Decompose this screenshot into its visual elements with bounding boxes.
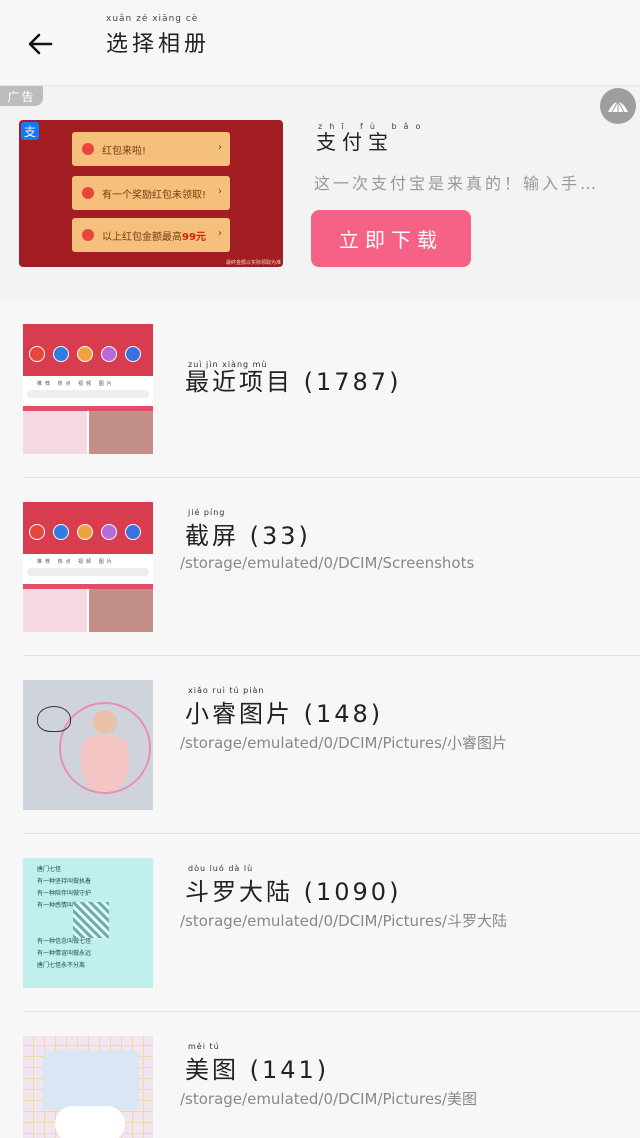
ad-banner[interactable]: 广告 支 红包来啦! › 有一个奖励红包未领取! › 以上红包金额最高 99元 ›… xyxy=(0,86,640,300)
album-list: 推荐 热点 视频 图片 zuì jìn xiàng mù 最近项目 (1787)… xyxy=(0,300,640,1138)
album-title: 斗罗大陆 (1090) xyxy=(185,878,402,906)
ad-image-footer: 最终金额以实际领取为准 xyxy=(225,260,281,266)
screenshot-thumbnail: 推荐 热点 视频 图片 xyxy=(23,502,153,632)
girl-photo-thumbnail xyxy=(23,680,153,810)
screenshot-thumbnail: 推荐 热点 视频 图片 xyxy=(23,324,153,454)
ad-description: 这一次支付宝是来真的！输入手… xyxy=(314,174,600,193)
ad-image[interactable]: 支 红包来啦! › 有一个奖励红包未领取! › 以上红包金额最高 99元 › 最终… xyxy=(19,120,283,267)
album-title: 小睿图片 (148) xyxy=(185,700,384,728)
ad-image-row-text: 有一个奖励红包未领取! xyxy=(102,189,207,201)
red-envelope-icon xyxy=(82,187,94,199)
shell-icon xyxy=(608,100,628,113)
album-item[interactable]: 推荐 热点 视频 图片 zuì jìn xiàng mù 最近项目 (1787) xyxy=(0,300,640,478)
chevron-right-icon: › xyxy=(218,228,222,239)
chevron-right-icon: › xyxy=(218,186,222,197)
album-item[interactable]: 推荐 热点 视频 图片 jié píng 截屏 (33) /storage/em… xyxy=(0,478,640,656)
album-path: /storage/emulated/0/DCIM/Screenshots xyxy=(180,554,475,572)
ad-app-name: 支付宝 xyxy=(316,130,394,154)
ad-image-row: 红包来啦! › xyxy=(72,132,230,166)
album-item[interactable]: xiǎo ruì tú piàn 小睿图片 (148) /storage/emu… xyxy=(0,656,640,834)
download-button[interactable]: 立即下载 xyxy=(311,210,471,267)
album-item[interactable]: 唐门七怪 有一种坚持叫做执着 有一种陪伴叫做守护 有一种感情叫做兄弟 有一种信念叫做七怪… xyxy=(0,834,640,1012)
album-title: 美图 (141) xyxy=(185,1056,330,1084)
ad-image-row-text: 红包来啦! xyxy=(102,145,147,157)
ad-tag: 广告 xyxy=(0,86,43,106)
page-title: 选择相册 xyxy=(106,32,211,57)
album-title: 截屏 (33) xyxy=(185,522,311,550)
back-arrow-icon xyxy=(28,33,53,55)
ad-image-row: 有一个奖励红包未领取! › xyxy=(72,176,230,210)
text-image-thumbnail: 唐门七怪 有一种坚持叫做执着 有一种陪伴叫做守护 有一种感情叫做兄弟 有一种信念叫做七怪… xyxy=(23,858,153,988)
ad-image-row: 以上红包金额最高 99元 › xyxy=(72,218,230,252)
ad-image-row-highlight: 99元 xyxy=(182,231,206,243)
album-title: 最近项目 (1787) xyxy=(185,368,402,396)
album-path: /storage/emulated/0/DCIM/Pictures/小睿图片 xyxy=(180,734,507,752)
meitu-thumbnail xyxy=(23,1036,153,1138)
red-envelope-icon xyxy=(82,143,94,155)
ad-image-row-text: 以上红包金额最高 xyxy=(102,231,182,243)
page-title-pinyin: xuǎn zé xiāng cè xyxy=(106,14,199,24)
back-button[interactable] xyxy=(18,22,62,66)
alipay-logo-icon: 支 xyxy=(21,122,39,140)
album-path: /storage/emulated/0/DCIM/Pictures/斗罗大陆 xyxy=(180,912,507,930)
top-bar: xuǎn zé xiāng cè 选择相册 xyxy=(0,0,640,86)
ad-close-button[interactable] xyxy=(600,88,636,124)
album-item[interactable]: měi tú 美图 (141) /storage/emulated/0/DCIM… xyxy=(0,1012,640,1138)
chevron-right-icon: › xyxy=(218,142,222,153)
red-envelope-icon xyxy=(82,229,94,241)
album-path: /storage/emulated/0/DCIM/Pictures/美图 xyxy=(180,1090,477,1108)
